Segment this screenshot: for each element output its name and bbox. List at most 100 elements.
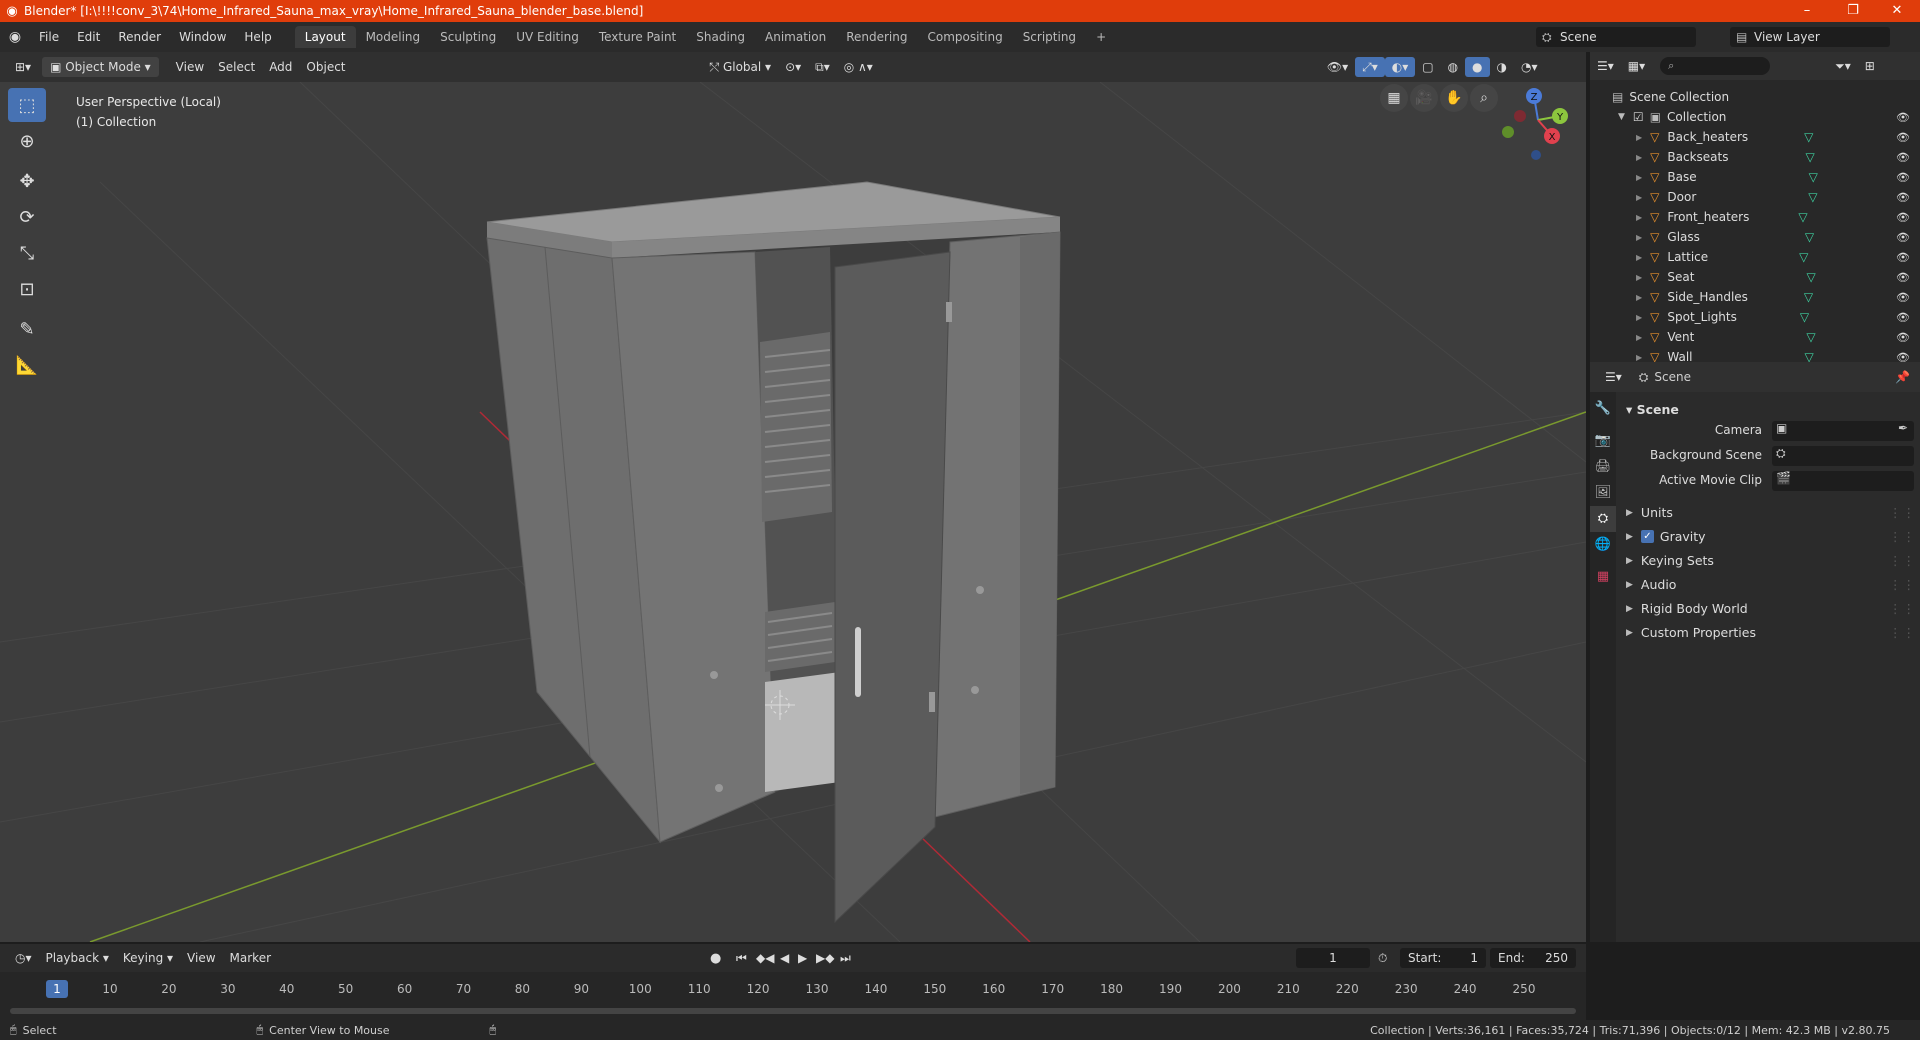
xray-toggle-icon[interactable]: ▢	[1415, 57, 1440, 77]
menu-keying[interactable]: Keying ▾	[116, 948, 180, 968]
menu-edit[interactable]: Edit	[68, 30, 109, 44]
mesh-data-icon[interactable]: ▽	[1806, 270, 1815, 284]
workspace-tab-rendering[interactable]: Rendering	[836, 26, 917, 48]
view-layer-selector[interactable]: ▤ View Layer	[1730, 27, 1890, 47]
expand-arrow-icon[interactable]: ▼	[1618, 112, 1625, 122]
workspace-tab-shading[interactable]: Shading	[686, 26, 755, 48]
expand-arrow-icon[interactable]: ▶	[1636, 333, 1642, 342]
overlay-toggle-icon[interactable]: ◐▾	[1384, 57, 1416, 77]
expand-arrow-icon[interactable]: ▶	[1636, 253, 1642, 262]
filter-icon[interactable]: ⏷▾	[1828, 56, 1858, 76]
proportional-editing-icon[interactable]: ◎ ∧▾	[837, 57, 880, 77]
panel-gravity[interactable]: ▶ ✓ Gravity ⋮⋮	[1626, 529, 1916, 544]
workspace-tab-modeling[interactable]: Modeling	[356, 26, 431, 48]
scene-tab-icon[interactable]: ⛭	[1590, 506, 1616, 532]
current-frame-field[interactable]: 1	[1296, 948, 1370, 968]
pivot-point-icon[interactable]: ⊙▾	[778, 57, 808, 77]
mode-selector[interactable]: ▣ Object Mode ▾	[42, 57, 159, 77]
shading-material-icon[interactable]: ◑	[1490, 57, 1514, 77]
visibility-eye-icon[interactable]: 👁	[1896, 151, 1910, 164]
outliner-object-side-handles[interactable]: ▶ ▽ Side_Handles ▽ 👁	[1590, 287, 1920, 307]
visibility-eye-icon[interactable]: 👁	[1896, 291, 1910, 304]
collapse-arrow-icon[interactable]: ▶	[1626, 628, 1633, 638]
visibility-eye-icon[interactable]: 👁	[1896, 231, 1910, 244]
pin-icon[interactable]: 📌	[1895, 370, 1910, 384]
timeline-area[interactable]: 1 10 20 30 40 50 60 70 80 90 100 110 120 130 140 150 160…	[0, 972, 1586, 1020]
drag-handle-icon[interactable]: ⋮⋮	[1889, 505, 1916, 520]
visibility-eye-icon[interactable]: 👁	[1896, 211, 1910, 224]
cursor-tool-icon[interactable]: ⊕	[8, 124, 46, 158]
start-frame-field[interactable]: Start: 1	[1400, 948, 1486, 968]
outliner-object-door[interactable]: ▶ ▽ Door ▽ 👁	[1590, 187, 1920, 207]
jump-end-icon[interactable]: ⏭	[840, 951, 851, 966]
visibility-eye-icon[interactable]: 👁	[1896, 191, 1910, 204]
play-icon[interactable]: ▶	[798, 951, 807, 965]
snap-icon[interactable]: ⧉▾	[808, 57, 837, 77]
shading-rendered-icon[interactable]: ◔▾	[1514, 57, 1545, 77]
toggle-grid-view-icon[interactable]: ▦	[1380, 84, 1408, 112]
mesh-data-icon[interactable]: ▽	[1808, 190, 1817, 204]
panel-keying-sets[interactable]: ▶ Keying Sets ⋮⋮	[1626, 553, 1916, 568]
panel-rigid-body-world[interactable]: ▶ Rigid Body World ⋮⋮	[1626, 601, 1916, 616]
visibility-eye-icon[interactable]: 👁	[1896, 331, 1910, 344]
outliner-collection[interactable]: ▼ ☑ ▣ Collection 👁	[1590, 107, 1920, 127]
drag-handle-icon[interactable]: ⋮⋮	[1889, 553, 1916, 568]
outliner-object-seat[interactable]: ▶ ▽ Seat ▽ 👁	[1590, 267, 1920, 287]
prev-keyframe-icon[interactable]: ◆◀	[756, 951, 774, 965]
blender-menu-icon[interactable]: ◉	[0, 29, 30, 45]
tool-tab-icon[interactable]: 🔧	[1590, 396, 1616, 422]
transform-orientation-selector[interactable]: ⤲ Global ▾	[703, 57, 779, 77]
drag-handle-icon[interactable]: ⋮⋮	[1889, 601, 1916, 616]
end-frame-field[interactable]: End: 250	[1490, 948, 1576, 968]
outliner-object-vent[interactable]: ▶ ▽ Vent ▽ 👁	[1590, 327, 1920, 347]
world-tab-icon[interactable]: 🌐	[1590, 532, 1616, 558]
expand-arrow-icon[interactable]: ▶	[1636, 173, 1642, 182]
collapse-arrow-icon[interactable]: ▶	[1626, 508, 1633, 518]
workspace-tab-layout[interactable]: Layout	[294, 26, 356, 48]
expand-arrow-icon[interactable]: ▶	[1636, 293, 1642, 302]
mesh-data-icon[interactable]: ▽	[1806, 330, 1815, 344]
visibility-eye-icon[interactable]: 👁	[1896, 131, 1910, 144]
annotate-tool-icon[interactable]: ✎	[8, 312, 46, 346]
mesh-data-icon[interactable]: ▽	[1798, 210, 1807, 224]
sauna-model[interactable]	[486, 181, 1061, 924]
outliner-object-glass[interactable]: ▶ ▽ Glass ▽ 👁	[1590, 227, 1920, 247]
eyedropper-icon[interactable]: ✒	[1898, 421, 1908, 435]
expand-arrow-icon[interactable]: ▶	[1636, 213, 1642, 222]
minimize-button[interactable]: –	[1784, 0, 1830, 22]
expand-arrow-icon[interactable]: ▶	[1636, 273, 1642, 282]
timeline-scrollbar[interactable]	[10, 1008, 1576, 1014]
camera-field[interactable]: ▣ ✒	[1772, 421, 1914, 441]
collapse-arrow-icon[interactable]: ▶	[1626, 604, 1633, 614]
visibility-eye-icon[interactable]: 👁	[1896, 171, 1910, 184]
outliner-object-backseats[interactable]: ▶ ▽ Backseats ▽ 👁	[1590, 147, 1920, 167]
panel-custom-properties[interactable]: ▶ Custom Properties ⋮⋮	[1626, 625, 1916, 640]
texture-tab-icon[interactable]: ▦	[1590, 564, 1616, 590]
next-keyframe-icon[interactable]: ▶◆	[816, 951, 834, 965]
menu-window[interactable]: Window	[170, 30, 235, 44]
visibility-eye-icon[interactable]: 👁	[1896, 251, 1910, 264]
new-collection-icon[interactable]: ⊞	[1858, 56, 1882, 76]
drag-handle-icon[interactable]: ⋮⋮	[1889, 577, 1916, 592]
visibility-icon[interactable]: 👁▾	[1320, 57, 1355, 77]
editor-type-icon[interactable]: ⊞▾	[8, 57, 38, 77]
visibility-eye-icon[interactable]: 👁	[1896, 271, 1910, 284]
navigation-gizmo[interactable]: Z Y X	[1500, 82, 1580, 162]
outliner-object-back-heaters[interactable]: ▶ ▽ Back_heaters ▽ 👁	[1590, 127, 1920, 147]
scale-tool-icon[interactable]: ⤡	[8, 236, 46, 270]
workspace-tab-compositing[interactable]: Compositing	[917, 26, 1012, 48]
move-tool-icon[interactable]: ✥	[8, 164, 46, 198]
outliner-editor-type-icon[interactable]: ☰▾	[1590, 56, 1621, 76]
checkbox-icon[interactable]: ☑	[1633, 110, 1644, 124]
shading-wireframe-icon[interactable]: ◍	[1441, 57, 1465, 77]
menu-timeline-view[interactable]: View	[180, 948, 222, 968]
expand-arrow-icon[interactable]: ▶	[1636, 233, 1642, 242]
mesh-data-icon[interactable]: ▽	[1805, 150, 1814, 164]
expand-arrow-icon[interactable]: ▶	[1636, 193, 1642, 202]
properties-editor-type-icon[interactable]: ☰▾	[1598, 367, 1629, 387]
mesh-data-icon[interactable]: ▽	[1804, 290, 1813, 304]
scene-selector[interactable]: ⛭ Scene	[1536, 27, 1696, 47]
visibility-eye-icon[interactable]: 👁	[1896, 111, 1910, 124]
select-box-tool-icon[interactable]: ⬚	[8, 88, 46, 122]
mesh-data-icon[interactable]: ▽	[1804, 130, 1813, 144]
